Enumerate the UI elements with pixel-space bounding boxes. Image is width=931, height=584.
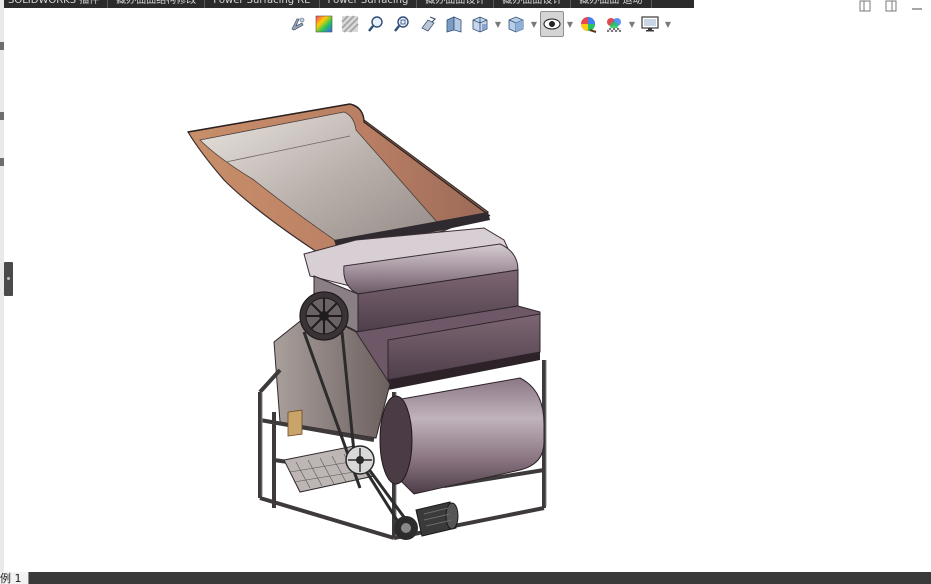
- status-bar: 例 1: [0, 572, 931, 584]
- view-settings-icon[interactable]: [638, 11, 662, 37]
- command-tab[interactable]: 藏办曲曲设计: [494, 0, 572, 8]
- heads-up-view-toolbar: ▼ ▼ ▼ ▼ ▼: [286, 10, 672, 38]
- command-tab[interactable]: SOLIDWORKS 插件: [0, 0, 109, 8]
- command-tab[interactable]: 藏办曲曲结构修改: [108, 0, 206, 8]
- command-tab[interactable]: Power Surfacing RE: [205, 0, 320, 8]
- previous-view-icon[interactable]: [416, 11, 440, 37]
- view-orientation-icon[interactable]: [468, 11, 492, 37]
- hide-show-items-dropdown[interactable]: ▼: [566, 11, 574, 37]
- sketch-fillet-icon[interactable]: [286, 11, 310, 37]
- model-render: [187, 103, 547, 540]
- minimize-icon[interactable]: [911, 0, 923, 12]
- command-tab[interactable]: 藏办曲曲设计: [417, 0, 495, 8]
- hide-show-items-icon[interactable]: [540, 11, 564, 37]
- zoom-to-area-icon[interactable]: [390, 11, 414, 37]
- apply-scene-dropdown[interactable]: ▼: [628, 11, 636, 37]
- apply-scene-icon[interactable]: [602, 11, 626, 37]
- command-tab[interactable]: Power Surfacing: [320, 0, 418, 8]
- appearance-icon[interactable]: [312, 11, 336, 37]
- tile-left-icon[interactable]: [859, 0, 871, 12]
- sheet-tab[interactable]: 例 1: [0, 572, 29, 584]
- section-view-icon[interactable]: [442, 11, 466, 37]
- display-style-icon[interactable]: [504, 11, 528, 37]
- solidworks-window: SOLIDWORKS 插件 藏办曲曲结构修改 Power Surfacing RE P…: [0, 0, 931, 584]
- view-settings-dropdown[interactable]: ▼: [664, 11, 672, 37]
- view-orientation-dropdown[interactable]: ▼: [494, 11, 502, 37]
- zoom-to-fit-icon[interactable]: [364, 11, 388, 37]
- command-tab[interactable]: 藏办曲曲 运动: [571, 0, 652, 8]
- display-style-dropdown[interactable]: ▼: [530, 11, 538, 37]
- edit-appearance-icon[interactable]: [576, 11, 600, 37]
- graphics-area[interactable]: [4, 40, 931, 572]
- hatch-icon[interactable]: [338, 11, 362, 37]
- window-controls: [859, 0, 931, 14]
- tile-right-icon[interactable]: [885, 0, 897, 12]
- command-manager-tabs: SOLIDWORKS 插件 藏办曲曲结构修改 Power Surfacing RE P…: [0, 0, 694, 8]
